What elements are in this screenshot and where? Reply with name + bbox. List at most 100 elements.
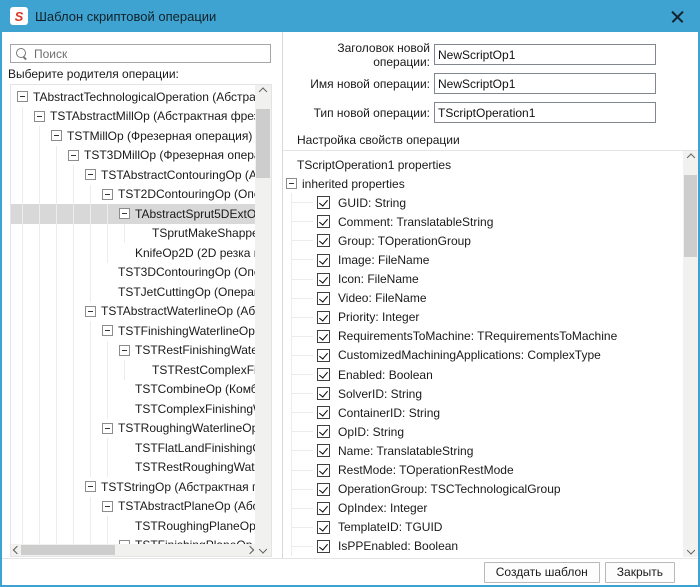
property-checkbox-checked[interactable] xyxy=(317,349,330,362)
property-row[interactable]: OpID: String xyxy=(283,422,683,441)
field-input[interactable] xyxy=(434,102,656,123)
tree-node[interactable]: TSTJetCuttingOp (Операц... xyxy=(11,282,256,302)
collapse-icon[interactable] xyxy=(286,178,297,189)
collapse-icon[interactable] xyxy=(102,501,113,512)
property-checkbox-checked[interactable] xyxy=(317,464,330,477)
search-box[interactable] xyxy=(10,44,271,63)
tree-vertical-scrollbar[interactable] xyxy=(255,85,271,556)
property-checkbox-checked[interactable] xyxy=(317,387,330,400)
tree-node[interactable]: TSTRoughingWaterlineOp (... xyxy=(11,419,256,439)
collapse-icon[interactable] xyxy=(102,325,113,336)
tree-node[interactable]: TST2DContouringOp (Опер... xyxy=(11,185,256,205)
property-checkbox-checked[interactable] xyxy=(317,330,330,343)
tree-node[interactable]: TSTRoughingPlaneOp (... xyxy=(11,516,256,536)
tree-node[interactable]: TAbstractTechnologicalOperation (Абстрак… xyxy=(11,87,256,107)
field-input[interactable] xyxy=(434,73,656,94)
tree-node[interactable]: TSTCombineOp (Комби... xyxy=(11,380,256,400)
collapse-icon[interactable] xyxy=(34,111,45,122)
property-checkbox-checked[interactable] xyxy=(317,368,330,381)
tree-node[interactable]: TSTAbstractMillOp (Абстрактная фрезер... xyxy=(11,107,256,127)
tree-node[interactable]: TSTStringOp (Абстрактная по... xyxy=(11,477,256,497)
tree-vscroll-thumb[interactable] xyxy=(256,109,270,178)
collapse-icon[interactable] xyxy=(17,91,28,102)
tree-node-selected[interactable]: TAbstractSprut5DExtO... xyxy=(11,204,256,224)
property-row[interactable]: ContainerID: String xyxy=(283,403,683,422)
property-row[interactable]: RequirementsToMachine: TRequirementsToMa… xyxy=(283,327,683,346)
property-row[interactable]: TemplateID: TGUID xyxy=(283,518,683,537)
property-row[interactable]: CustomizedMachiningApplications: Complex… xyxy=(283,346,683,365)
property-checkbox-checked[interactable] xyxy=(317,273,330,286)
tree-node[interactable]: TSTAbstractWaterlineOp (Абс... xyxy=(11,302,256,322)
property-row[interactable]: IsPPEnabled: Boolean xyxy=(283,537,683,556)
collapse-icon[interactable] xyxy=(102,189,113,200)
tree-node[interactable]: TSTComplexFinishingW... xyxy=(11,399,256,419)
tree-node[interactable]: TSTMillOp (Фрезерная операция) xyxy=(11,126,256,146)
props-scroll-down-icon[interactable] xyxy=(683,541,698,557)
collapse-icon[interactable] xyxy=(119,345,130,356)
property-checkbox-checked[interactable] xyxy=(317,425,330,438)
scroll-right-icon[interactable] xyxy=(244,544,256,556)
property-checkbox-checked[interactable] xyxy=(317,444,330,457)
property-row[interactable]: Priority: Integer xyxy=(283,308,683,327)
tree-node[interactable]: TSTAbstractContouringOp (Аб... xyxy=(11,165,256,185)
tree-horizontal-scrollbar[interactable] xyxy=(11,544,256,556)
property-checkbox-checked[interactable] xyxy=(317,483,330,496)
collapse-icon[interactable] xyxy=(85,169,96,180)
tree-node-label: TSTMillOp (Фрезерная операция) xyxy=(67,129,252,143)
property-row[interactable]: OperationGroup: TSCTechnologicalGroup xyxy=(283,480,683,499)
property-checkbox-checked[interactable] xyxy=(317,234,330,247)
property-checkbox-checked[interactable] xyxy=(317,540,330,553)
property-label: OpID: String xyxy=(338,425,404,439)
property-row[interactable]: Name: TranslatableString xyxy=(283,441,683,460)
tree-node[interactable]: TST3DMillOp (Фрезерная операци... xyxy=(11,146,256,166)
property-checkbox-checked[interactable] xyxy=(317,311,330,324)
property-checkbox-checked[interactable] xyxy=(317,502,330,515)
search-input[interactable] xyxy=(34,47,270,61)
property-checkbox-checked[interactable] xyxy=(317,406,330,419)
props-scroll-up-icon[interactable] xyxy=(683,151,698,167)
field-input[interactable] xyxy=(434,44,656,65)
collapse-icon[interactable] xyxy=(51,130,62,141)
property-row[interactable]: Comment: TranslatableString xyxy=(283,212,683,231)
create-template-button[interactable]: Создать шаблон xyxy=(484,562,600,583)
property-checkbox-checked[interactable] xyxy=(317,254,330,267)
collapse-icon[interactable] xyxy=(68,150,79,161)
tree-node[interactable]: TSTRestFinishingWaterli... xyxy=(11,341,256,361)
tree-node[interactable]: TSTRestComplexFini... xyxy=(11,360,256,380)
tree-node[interactable]: TSprutMakeShappe... xyxy=(11,224,256,244)
property-row[interactable]: Image: FileName xyxy=(283,250,683,269)
tree-hscroll-thumb[interactable] xyxy=(21,545,115,555)
property-row[interactable]: OpIndex: Integer xyxy=(283,499,683,518)
properties-vertical-scrollbar[interactable] xyxy=(683,151,698,557)
property-row[interactable]: GUID: String xyxy=(283,193,683,212)
collapse-icon[interactable] xyxy=(119,208,130,219)
scroll-down-icon[interactable] xyxy=(255,540,271,556)
titlebar[interactable]: S Шаблон скриптовой операции xyxy=(0,0,700,32)
window-close-button[interactable] xyxy=(654,0,700,32)
tree-node[interactable]: TSTRestRoughingWater... xyxy=(11,458,256,478)
close-dialog-button[interactable]: Закрыть xyxy=(605,562,675,583)
property-row[interactable]: RestMode: TOperationRestMode xyxy=(283,461,683,480)
tree-indent xyxy=(17,302,85,322)
collapse-icon[interactable] xyxy=(102,423,113,434)
collapse-icon[interactable] xyxy=(85,306,96,317)
property-label: RestMode: TOperationRestMode xyxy=(338,463,514,477)
tree-node[interactable]: KnifeOp2D (2D резка н... xyxy=(11,243,256,263)
tree-node-label: TAbstractSprut5DExtO... xyxy=(135,207,256,221)
scroll-up-icon[interactable] xyxy=(255,85,271,101)
tree-node[interactable]: TSTAbstractPlaneOp (Абст... xyxy=(11,497,256,517)
property-row[interactable]: Group: TOperationGroup xyxy=(283,231,683,250)
property-checkbox-checked[interactable] xyxy=(317,196,330,209)
collapse-icon[interactable] xyxy=(85,481,96,492)
property-row[interactable]: Enabled: Boolean xyxy=(283,365,683,384)
tree-node[interactable]: TSTFlatLandFinishingOp... xyxy=(11,438,256,458)
props-vscroll-thumb[interactable] xyxy=(684,175,697,257)
property-row[interactable]: SolverID: String xyxy=(283,384,683,403)
property-row[interactable]: Icon: FileName xyxy=(283,270,683,289)
tree-node[interactable]: TST3DContouringOp (Опер... xyxy=(11,263,256,283)
property-checkbox-checked[interactable] xyxy=(317,521,330,534)
tree-node[interactable]: TSTFinishingWaterlineOp (... xyxy=(11,321,256,341)
property-checkbox-checked[interactable] xyxy=(317,215,330,228)
property-checkbox-checked[interactable] xyxy=(317,292,330,305)
property-row[interactable]: Video: FileName xyxy=(283,289,683,308)
